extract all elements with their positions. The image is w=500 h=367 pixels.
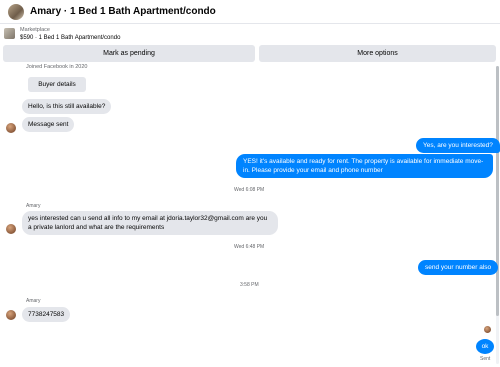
message-bubble-incoming: 7738247583 <box>22 307 71 322</box>
mark-as-pending-button[interactable]: Mark as pending <box>3 45 255 62</box>
contact-avatar[interactable] <box>8 3 24 20</box>
timestamp: Wed 6:48 PM <box>234 244 265 250</box>
scrollbar-thumb[interactable] <box>496 66 499 316</box>
buyer-avatar[interactable] <box>6 123 16 133</box>
sender-name: Amary <box>26 298 41 304</box>
message-bubble-outgoing: YES! it's available and ready for rent. … <box>236 154 493 178</box>
listing-source: Marketplace <box>20 27 50 33</box>
timestamp: Wed 6:08 PM <box>234 187 265 193</box>
buyer-avatar[interactable] <box>6 224 16 234</box>
message-bubble-incoming: yes interested can u send all info to my… <box>22 211 278 235</box>
buyer-details-button[interactable]: Buyer details <box>28 77 86 92</box>
sender-name: Amary <box>26 203 41 209</box>
conversation-header: Amary · 1 Bed 1 Bath Apartment/condo <box>0 0 500 24</box>
listing-price-title: $590 · 1 Bed 1 Bath Apartment/condo <box>20 35 121 41</box>
sent-status: Sent <box>480 356 491 362</box>
message-bubble-outgoing: send your number also <box>418 260 499 275</box>
listing-thumbnail <box>4 28 15 39</box>
message-bubble-incoming: Hello, is this still available? <box>22 99 112 114</box>
buyer-avatar[interactable] <box>6 310 16 320</box>
message-bubble-outgoing: Yes, are you interested? <box>416 138 500 153</box>
scrollbar[interactable] <box>496 66 499 364</box>
message-bubble-outgoing: ok <box>476 339 494 354</box>
listing-summary[interactable]: Marketplace $590 · 1 Bed 1 Bath Apartmen… <box>0 26 500 46</box>
seen-avatar <box>484 326 491 333</box>
timestamp: 3:58 PM <box>240 282 259 288</box>
more-options-button[interactable]: More options <box>259 45 496 62</box>
conversation-title[interactable]: Amary · 1 Bed 1 Bath Apartment/condo <box>30 6 216 17</box>
message-bubble-incoming: Message sent <box>22 117 75 132</box>
joined-facebook-text: Joined Facebook in 2020 <box>26 64 88 70</box>
